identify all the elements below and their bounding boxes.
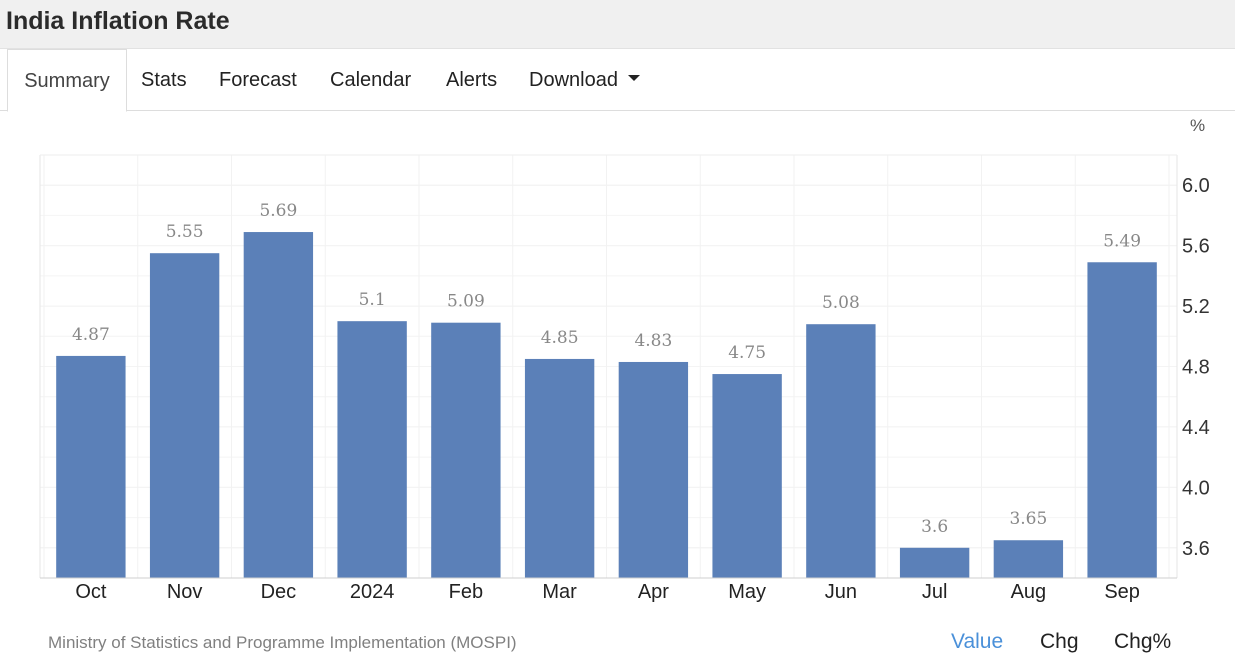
x-tick-label: Mar xyxy=(542,581,577,603)
y-tick-label: 5.2 xyxy=(1182,296,1210,318)
bar-chart: 4.87 Oct 5.55 Nov 5.69 Dec 5.1 2024 5.09 Feb 4.85 M… xyxy=(39,154,1210,603)
toggle-chg-percent[interactable]: Chg% xyxy=(1114,630,1171,654)
bar-dec xyxy=(243,232,314,578)
bar-may xyxy=(712,374,782,578)
x-tick-label: Apr xyxy=(638,581,669,603)
x-tick-label: Nov xyxy=(167,581,203,603)
y-tick-label: 4.4 xyxy=(1182,417,1210,439)
data-label: 4.83 xyxy=(634,331,672,351)
data-label: 4.75 xyxy=(728,343,766,363)
bar-mar xyxy=(524,358,595,578)
x-tick-label: Jul xyxy=(922,581,948,603)
data-label: 5.49 xyxy=(1103,231,1141,251)
data-label: 5.08 xyxy=(822,293,860,313)
data-label: 3.6 xyxy=(921,517,948,537)
x-tick-label: May xyxy=(728,581,766,603)
bar-sep xyxy=(1087,262,1157,578)
y-tick-label: 3.6 xyxy=(1182,538,1210,560)
bar-jun xyxy=(806,324,876,578)
y-tick-label: 4.0 xyxy=(1182,477,1210,499)
y-tick-label: 6.0 xyxy=(1182,175,1210,197)
x-tick-label: 2024 xyxy=(350,581,395,603)
data-label: 5.55 xyxy=(166,222,204,242)
x-tick-label: Jun xyxy=(825,581,857,603)
data-label: 4.87 xyxy=(72,325,110,345)
toggle-chg[interactable]: Chg xyxy=(1040,630,1079,654)
y-tick-label: 4.8 xyxy=(1182,357,1210,379)
data-label: 4.85 xyxy=(541,328,579,348)
x-tick-label: Sep xyxy=(1104,581,1140,603)
x-tick-label: Oct xyxy=(75,581,107,603)
data-label: 5.1 xyxy=(359,290,386,310)
bar-jul xyxy=(899,547,970,578)
bar-2024 xyxy=(337,321,407,578)
toggle-value[interactable]: Value xyxy=(951,630,1003,654)
source-note: Ministry of Statistics and Programme Imp… xyxy=(48,633,517,652)
x-tick-label: Aug xyxy=(1011,581,1047,603)
x-tick-label: Dec xyxy=(261,581,297,603)
bar-apr xyxy=(618,361,689,578)
bar-nov xyxy=(149,253,220,579)
x-tick-label: Feb xyxy=(449,581,483,603)
y-tick-label: 5.6 xyxy=(1182,236,1210,258)
bar-feb xyxy=(431,322,501,578)
data-label: 5.69 xyxy=(259,201,297,221)
data-label: 3.65 xyxy=(1009,509,1047,529)
data-label: 5.09 xyxy=(447,292,485,312)
bar-aug xyxy=(993,540,1064,578)
bar-oct xyxy=(56,355,126,578)
